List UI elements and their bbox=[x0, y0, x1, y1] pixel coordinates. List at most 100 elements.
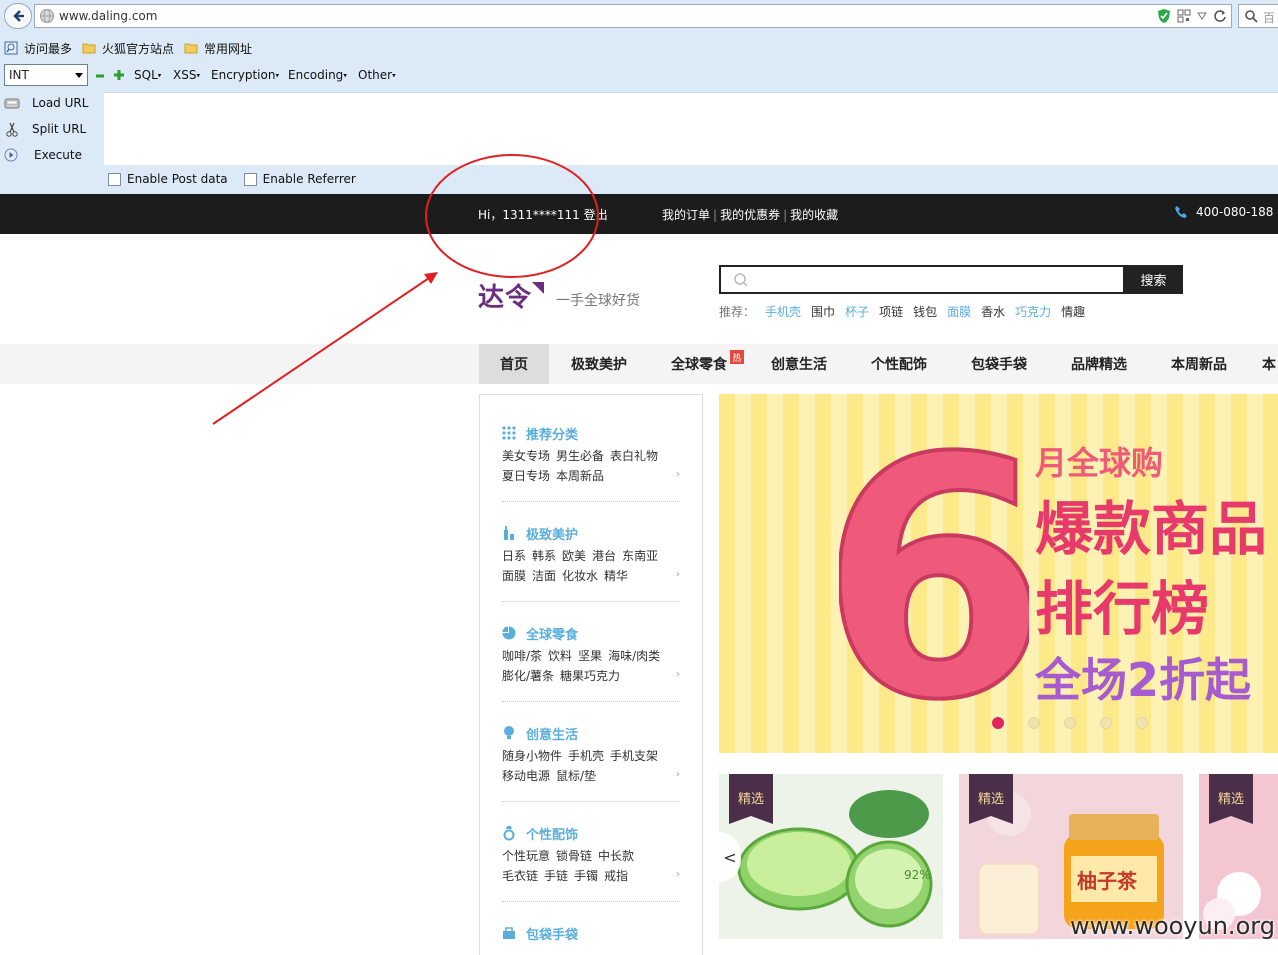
category-title: 全球零食 bbox=[502, 623, 680, 643]
category-title-text: 极致美护 bbox=[526, 527, 579, 543]
shield-icon[interactable] bbox=[1157, 8, 1171, 24]
category-link[interactable]: 欧美 bbox=[562, 549, 586, 563]
my-favorites-link[interactable]: 我的收藏 bbox=[790, 208, 838, 222]
category-link[interactable]: 韩系 bbox=[532, 549, 556, 563]
nav-beauty[interactable]: 极致美护 bbox=[559, 344, 639, 384]
reload-icon[interactable] bbox=[1213, 9, 1227, 23]
browser-search-bar[interactable]: 百 bbox=[1238, 4, 1278, 28]
carousel-dot[interactable] bbox=[1100, 717, 1112, 729]
hackbar-menu-encoding[interactable]: Encoding▾ bbox=[288, 68, 347, 82]
folder-icon bbox=[82, 43, 96, 54]
execute-button[interactable]: Execute bbox=[4, 144, 82, 166]
my-orders-link[interactable]: 我的订单 bbox=[662, 208, 710, 222]
category-link[interactable]: 手机壳 bbox=[568, 749, 604, 763]
referrer-checkbox[interactable] bbox=[243, 172, 257, 186]
category-link[interactable]: 面膜 bbox=[502, 569, 526, 583]
category-link[interactable]: 鼠标/垫 bbox=[556, 769, 596, 783]
hot-word[interactable]: 杯子 bbox=[845, 303, 869, 320]
category-link[interactable]: 化妆水 bbox=[562, 569, 598, 583]
category-link[interactable]: 港台 bbox=[592, 549, 616, 563]
nav-bags[interactable]: 包袋手袋 bbox=[959, 344, 1039, 384]
carousel-dot[interactable] bbox=[992, 717, 1004, 729]
category-beauty[interactable]: 极致美护 日系 韩系 欧美 港台 东南亚 面膜 洁面 化妆水 精华 › bbox=[502, 523, 680, 602]
category-link[interactable]: 日系 bbox=[502, 549, 526, 563]
category-link[interactable]: 膨化/薯条 bbox=[502, 669, 554, 683]
category-link[interactable]: 手机支架 bbox=[610, 749, 658, 763]
nav-accessories[interactable]: 个性配饰 bbox=[859, 344, 939, 384]
category-link[interactable]: 美女专场 bbox=[502, 449, 550, 463]
chevron-right-icon: › bbox=[676, 569, 680, 580]
url-bar[interactable]: www.daling.com bbox=[34, 4, 1232, 28]
nav-brands[interactable]: 品牌精选 bbox=[1059, 344, 1139, 384]
carousel-dot[interactable] bbox=[1064, 717, 1076, 729]
category-link[interactable]: 戒指 bbox=[604, 869, 628, 883]
category-link[interactable]: 饮料 bbox=[548, 649, 572, 663]
category-creative-life[interactable]: 创意生活 随身小物件 手机壳 手机支架 移动电源 鼠标/垫 › bbox=[502, 723, 680, 802]
hot-word[interactable]: 手机壳 bbox=[765, 303, 801, 320]
category-link[interactable]: 锁骨链 bbox=[556, 849, 592, 863]
nav-snacks[interactable]: 全球零食 bbox=[659, 344, 739, 384]
category-link[interactable]: 海味/肉类 bbox=[608, 649, 660, 663]
product-card[interactable]: 92% 精选 bbox=[719, 774, 943, 939]
category-link[interactable]: 表白礼物 bbox=[610, 449, 658, 463]
nav-new-this-week[interactable]: 本周新品 bbox=[1159, 344, 1239, 384]
hackbar-type-select[interactable]: INT bbox=[4, 64, 88, 86]
hot-word[interactable]: 项链 bbox=[879, 303, 903, 320]
category-link[interactable]: 糖果巧克力 bbox=[560, 669, 620, 683]
hackbar-menu-other[interactable]: Other▾ bbox=[358, 68, 396, 82]
carousel-dot[interactable] bbox=[1028, 717, 1040, 729]
category-link[interactable]: 手镯 bbox=[574, 869, 598, 883]
promo-banner[interactable]: 6 月全球购 爆款商品 排行榜 全场2折起 bbox=[719, 394, 1278, 753]
nav-home[interactable]: 首页 bbox=[479, 344, 549, 384]
hot-word[interactable]: 香水 bbox=[981, 303, 1005, 320]
carousel-dot[interactable] bbox=[1136, 717, 1148, 729]
bookmark-common-sites[interactable]: 常用网址 bbox=[184, 40, 252, 57]
my-coupons-link[interactable]: 我的优惠券 bbox=[720, 208, 780, 222]
category-accessories[interactable]: 个性配饰 个性玩意 锁骨链 中长款 毛衣链 手链 手镯 戒指 › bbox=[502, 823, 680, 902]
category-link[interactable]: 手链 bbox=[544, 869, 568, 883]
category-bags[interactable]: 包袋手袋 bbox=[502, 923, 680, 943]
hackbar-menu-sql[interactable]: SQL▾ bbox=[134, 68, 161, 82]
category-link[interactable]: 随身小物件 bbox=[502, 749, 562, 763]
post-data-checkbox[interactable] bbox=[108, 172, 121, 186]
category-link[interactable]: 本周新品 bbox=[556, 469, 604, 483]
plus-icon[interactable] bbox=[114, 70, 124, 80]
category-link[interactable]: 咖啡/茶 bbox=[502, 649, 542, 663]
category-snacks[interactable]: 全球零食 咖啡/茶 饮料 坚果 海味/肉类 膨化/薯条 糖果巧克力 › bbox=[502, 623, 680, 702]
site-search-input[interactable] bbox=[719, 265, 1125, 294]
hot-word[interactable]: 围巾 bbox=[811, 303, 835, 320]
site-logo[interactable]: 达令 一手全球好货 bbox=[478, 277, 640, 314]
nav-creative-life[interactable]: 创意生活 bbox=[759, 344, 839, 384]
hackbar-url-textarea[interactable] bbox=[104, 92, 1278, 165]
qr-code-icon[interactable] bbox=[1177, 9, 1191, 23]
category-link[interactable]: 中长款 bbox=[598, 849, 634, 863]
category-link[interactable]: 男生必备 bbox=[556, 449, 604, 463]
split-url-button[interactable]: Split URL bbox=[4, 118, 86, 140]
hot-word[interactable]: 面膜 bbox=[947, 303, 971, 320]
category-link[interactable]: 夏日专场 bbox=[502, 469, 550, 483]
minus-icon[interactable] bbox=[96, 72, 104, 80]
category-link[interactable]: 个性玩意 bbox=[502, 849, 550, 863]
back-button[interactable] bbox=[4, 3, 32, 29]
category-link[interactable]: 毛衣链 bbox=[502, 869, 538, 883]
user-greeting[interactable]: Hi，1311****111 登出 bbox=[478, 206, 608, 223]
hot-word[interactable]: 情趣 bbox=[1061, 303, 1085, 320]
folder-icon bbox=[184, 43, 198, 54]
bookmark-firefox-site[interactable]: 火狐官方站点 bbox=[82, 40, 174, 57]
hot-word[interactable]: 巧克力 bbox=[1015, 303, 1051, 320]
category-link[interactable]: 坚果 bbox=[578, 649, 602, 663]
category-recommended[interactable]: 推荐分类 美女专场 男生必备 表白礼物 夏日专场 本周新品 › bbox=[502, 423, 680, 502]
category-link[interactable]: 移动电源 bbox=[502, 769, 550, 783]
nav-more[interactable]: 本 bbox=[1262, 344, 1278, 384]
category-title: 极致美护 bbox=[502, 523, 680, 543]
load-url-button[interactable]: Load URL bbox=[4, 92, 88, 114]
hackbar-menu-xss[interactable]: XSS▾ bbox=[173, 68, 200, 82]
hot-word[interactable]: 钱包 bbox=[913, 303, 937, 320]
category-link[interactable]: 洁面 bbox=[532, 569, 556, 583]
category-link[interactable]: 精华 bbox=[604, 569, 628, 583]
bookmark-most-visited[interactable]: 访问最多 bbox=[4, 40, 72, 57]
category-link[interactable]: 东南亚 bbox=[622, 549, 658, 563]
hackbar-menu-encryption[interactable]: Encryption▾ bbox=[211, 68, 279, 82]
site-search-button[interactable]: 搜索 bbox=[1124, 265, 1183, 294]
dropdown-triangle-icon[interactable] bbox=[1197, 11, 1207, 21]
